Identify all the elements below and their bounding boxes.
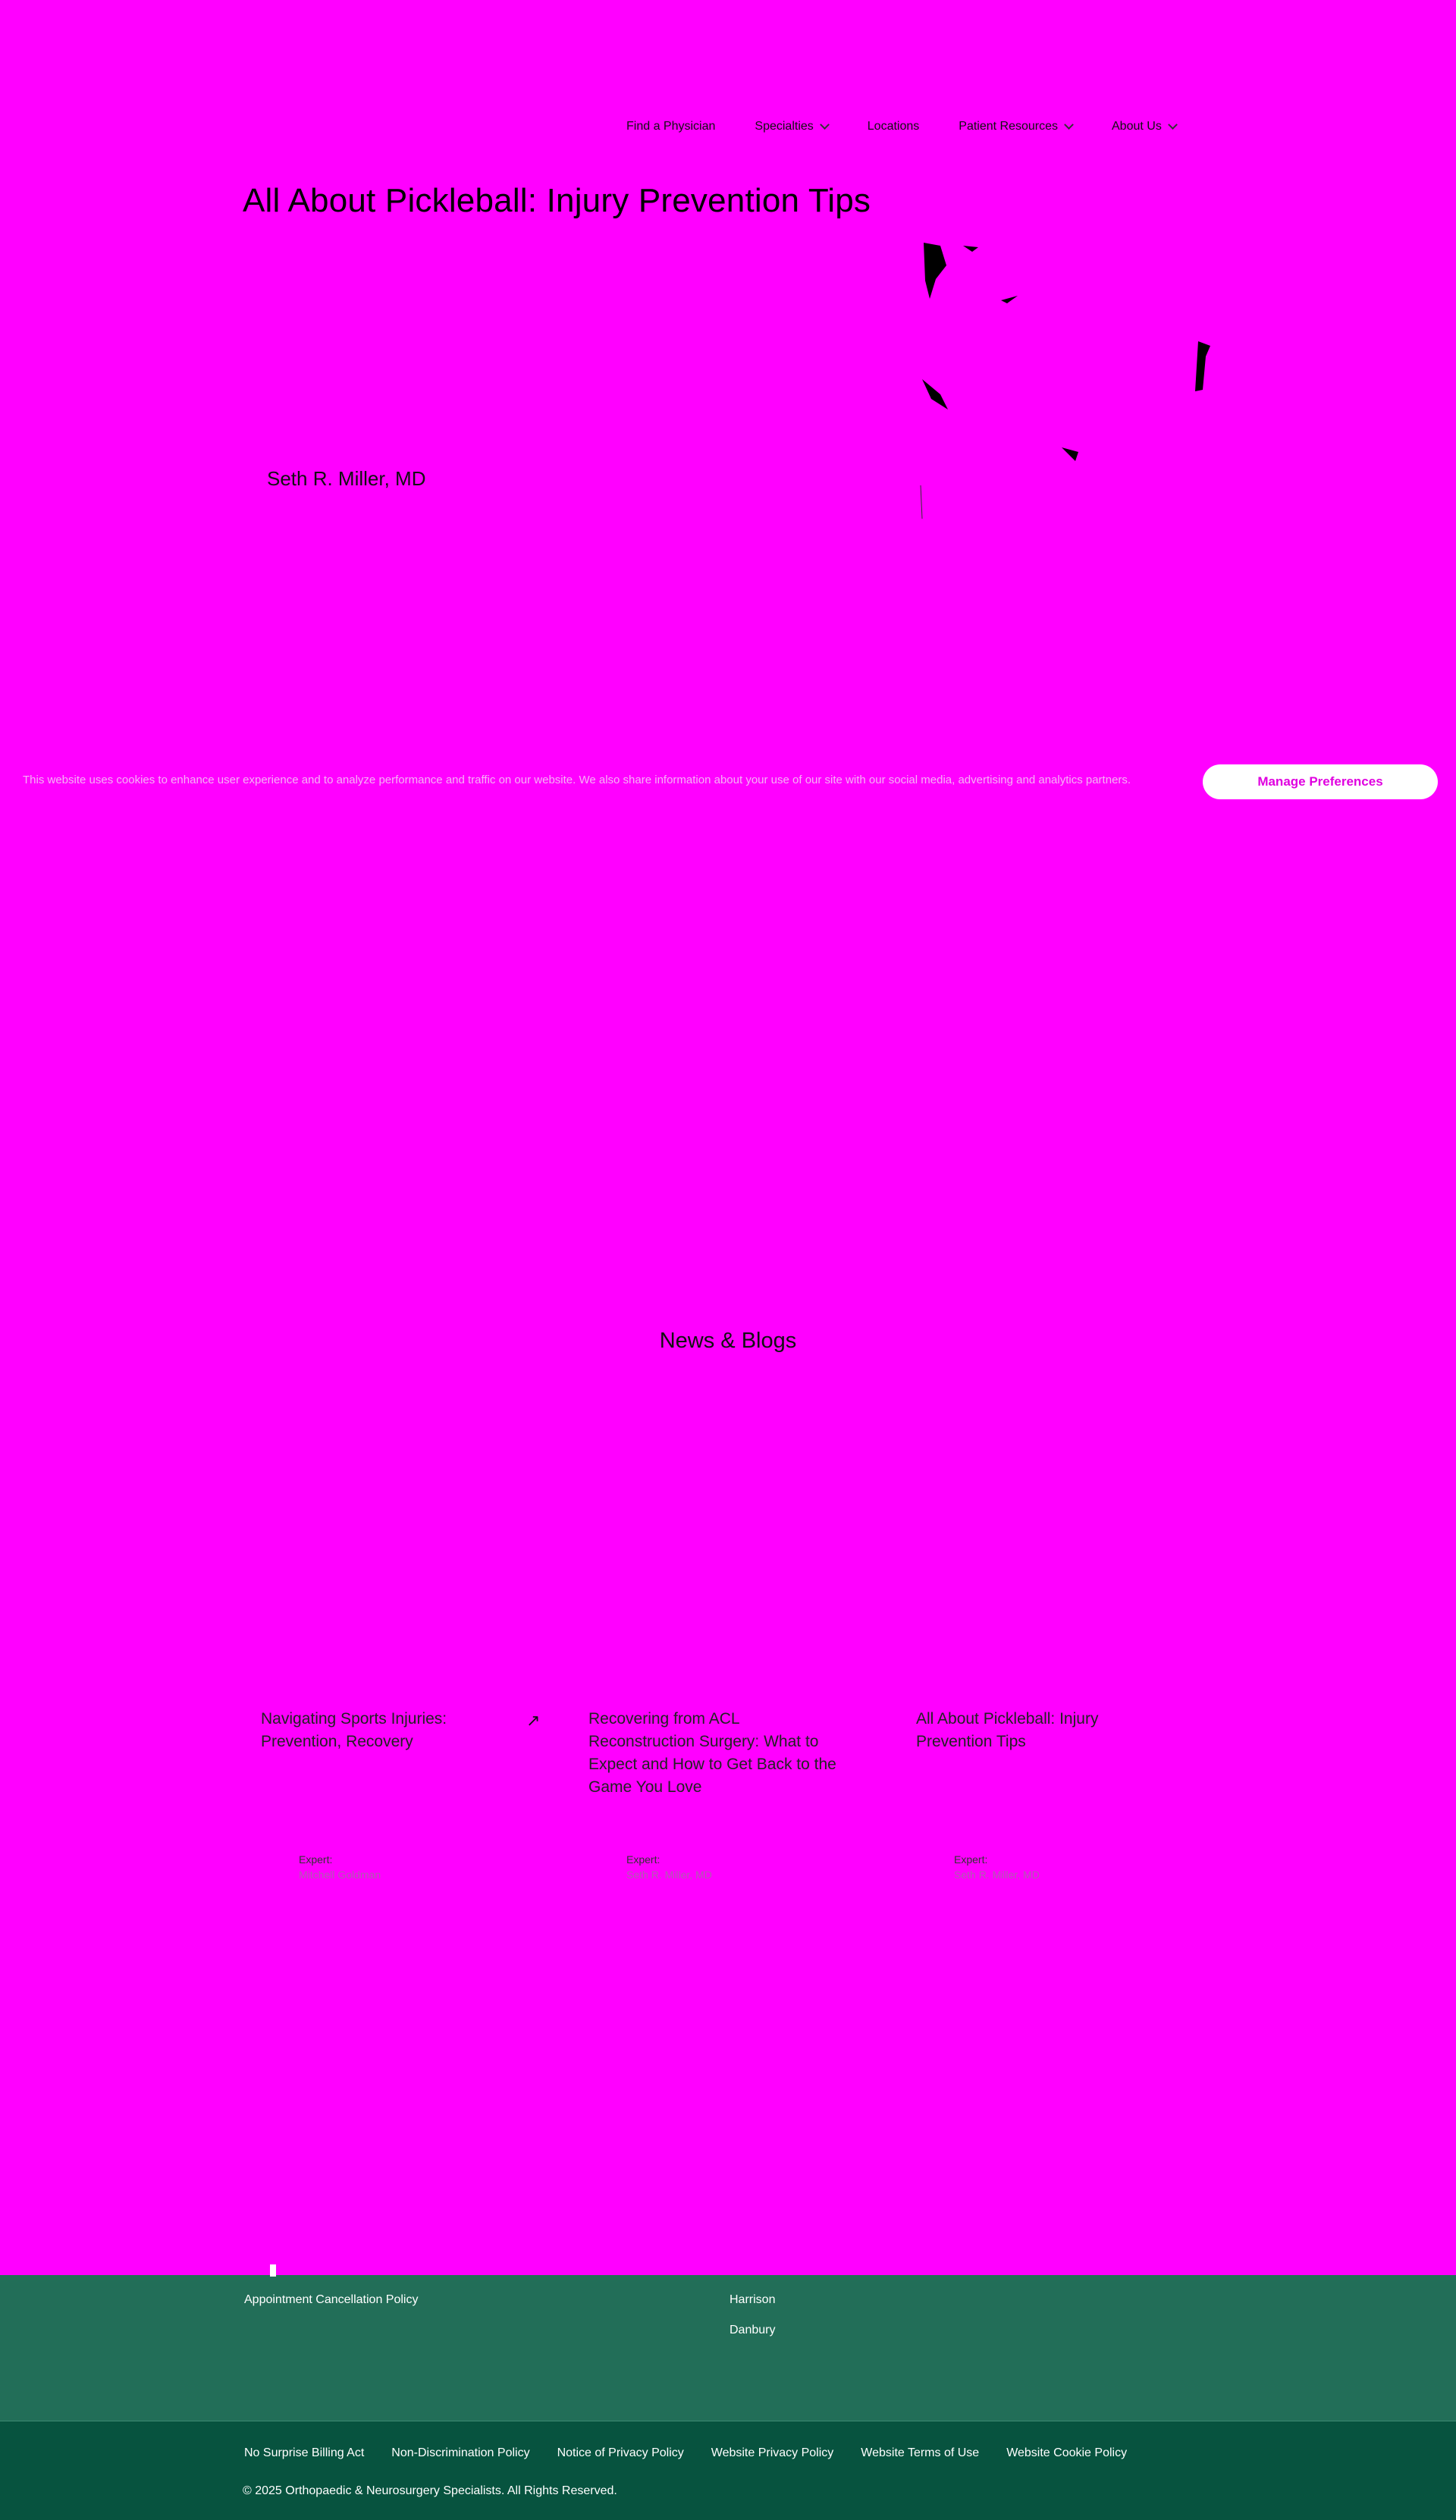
page-title: All About Pickleball: Injury Prevention … [243, 182, 871, 219]
expert-label: Expert: [954, 1853, 988, 1866]
main-nav: Find a Physician Specialties Locations P… [626, 120, 1216, 133]
nav-label: Locations [867, 120, 920, 133]
expert-name[interactable]: Mitchell Goldman [299, 1869, 381, 1881]
legal-link-cookie-policy[interactable]: Website Cookie Policy [1006, 2446, 1127, 2460]
expert-label: Expert: [299, 1853, 333, 1866]
expert-label: Expert: [626, 1853, 661, 1866]
news-card[interactable]: Recovering from ACL Reconstruction Surge… [588, 1708, 877, 1881]
nav-item-specialties[interactable]: Specialties [755, 120, 830, 133]
expert-name[interactable]: Seth R. Miller, MD [954, 1869, 1040, 1881]
legal-link-terms-of-use[interactable]: Website Terms of Use [861, 2446, 979, 2460]
legal-link-no-surprise-billing[interactable]: No Surprise Billing Act [244, 2446, 364, 2460]
nav-label: Specialties [755, 120, 814, 133]
nav-item-about-us[interactable]: About Us [1112, 120, 1178, 133]
news-card-title[interactable]: All About Pickleball: Injury Prevention … [916, 1708, 1166, 1753]
news-card-expert: Expert: Mitchell Goldman [299, 1853, 381, 1881]
news-card-title[interactable]: Navigating Sports Injuries: Prevention, … [261, 1708, 511, 1753]
footer-legal-bar [0, 2421, 1456, 2520]
nav-item-find-a-physician[interactable]: Find a Physician [626, 120, 715, 133]
chevron-down-icon [1167, 120, 1178, 130]
cookie-banner-text: This website uses cookies to enhance use… [23, 774, 1131, 786]
location-link-harrison[interactable]: Harrison [730, 2293, 775, 2307]
news-card[interactable]: All About Pickleball: Injury Prevention … [916, 1708, 1204, 1881]
nav-item-patient-resources[interactable]: Patient Resources [959, 120, 1074, 133]
nav-label: About Us [1112, 120, 1162, 133]
nav-label: Patient Resources [959, 120, 1058, 133]
manage-preferences-button[interactable]: Manage Preferences [1203, 764, 1438, 799]
appointment-cancellation-policy-link[interactable]: Appointment Cancellation Policy [244, 2293, 418, 2307]
news-section-title: News & Blogs [659, 1329, 797, 1353]
legal-link-website-privacy[interactable]: Website Privacy Policy [711, 2446, 834, 2460]
author-name: Seth R. Miller, MD [267, 467, 426, 490]
legal-link-notice-of-privacy[interactable]: Notice of Privacy Policy [557, 2446, 684, 2460]
news-card-expert: Expert: Seth R. Miller, MD [626, 1853, 712, 1881]
nav-item-locations[interactable]: Locations [868, 120, 920, 133]
arrow-up-right-icon[interactable]: ↗ [526, 1711, 540, 1731]
footer-heading-fragment [270, 2264, 276, 2277]
news-card-expert: Expert: Seth R. Miller, MD [954, 1853, 1040, 1881]
footer-main [0, 2275, 1456, 2421]
legal-link-non-discrimination[interactable]: Non-Discrimination Policy [391, 2446, 529, 2460]
chevron-down-icon [819, 120, 830, 130]
hero-image [920, 243, 1210, 519]
copyright-text: © 2025 Orthopaedic & Neurosurgery Specia… [243, 2484, 617, 2497]
news-card-title[interactable]: Recovering from ACL Reconstruction Surge… [588, 1708, 839, 1799]
location-link-danbury[interactable]: Danbury [730, 2324, 775, 2337]
chevron-down-icon [1064, 120, 1074, 130]
news-card[interactable]: Navigating Sports Injuries: Prevention, … [261, 1708, 549, 1881]
legal-links: No Surprise Billing Act Non-Discriminati… [244, 2446, 1154, 2460]
nav-label: Find a Physician [626, 120, 716, 133]
expert-name[interactable]: Seth R. Miller, MD [626, 1869, 712, 1881]
